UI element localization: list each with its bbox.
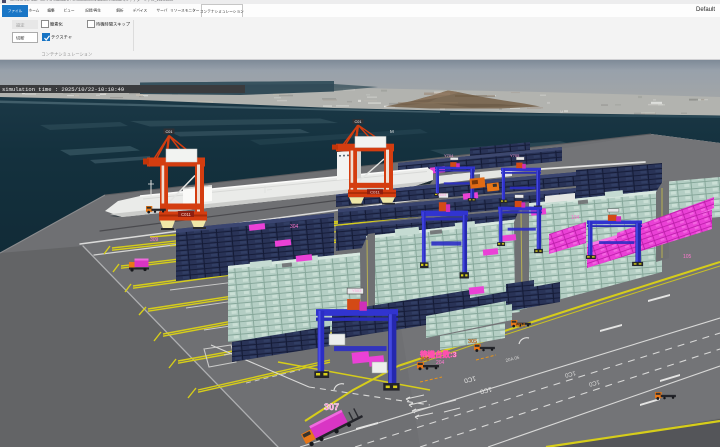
svg-text:204: 204	[436, 360, 445, 366]
svg-text:304: 304	[516, 323, 525, 329]
svg-text:M: M	[390, 129, 394, 134]
svg-text:304: 304	[290, 224, 299, 230]
svg-text:M: M	[560, 109, 563, 114]
svg-text:Y704: Y704	[444, 153, 454, 158]
svg-text:Y604: Y604	[437, 192, 447, 197]
svg-text:309: 309	[150, 237, 159, 243]
svg-text:105: 105	[683, 254, 692, 260]
svg-text:104: 104	[571, 215, 580, 221]
svg-text:Y705: Y705	[510, 153, 520, 158]
svg-text:306: 306	[420, 357, 429, 363]
svg-text:307: 307	[324, 402, 339, 412]
svg-text:305: 305	[468, 339, 477, 345]
svg-text:Y503: Y503	[352, 288, 362, 293]
